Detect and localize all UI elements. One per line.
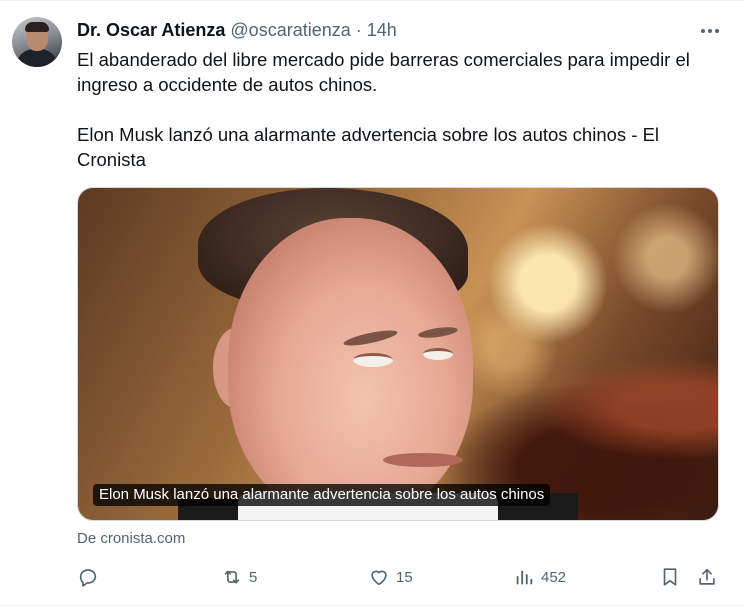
tweet-timestamp[interactable]: 14h (367, 20, 397, 41)
separator-dot: · (355, 20, 362, 40)
tweet[interactable]: Dr. Oscar Atienza @oscaratienza · 14h El… (0, 0, 744, 606)
tweet-header: Dr. Oscar Atienza @oscaratienza · 14h (77, 20, 397, 41)
avatar-body (16, 49, 58, 67)
heart-icon (371, 570, 387, 586)
bookmark-icon (663, 568, 677, 586)
card-source-link[interactable]: De cronista.com (77, 530, 185, 547)
author-name[interactable]: Dr. Oscar Atienza (77, 20, 225, 41)
share-button[interactable] (696, 563, 718, 591)
author-handle[interactable]: @oscaratienza (230, 20, 350, 41)
avatar[interactable] (12, 17, 62, 67)
tweet-paragraph: El abanderado del libre mercado pide bar… (77, 49, 690, 95)
card-image (78, 188, 718, 520)
bookmark-button[interactable] (659, 563, 681, 591)
retweet-count: 5 (249, 568, 258, 586)
avatar-hair (25, 22, 49, 32)
retweet-icon (224, 570, 240, 584)
views-button[interactable]: 452 (513, 563, 566, 591)
like-count: 15 (396, 568, 413, 586)
tweet-paragraph: Elon Musk lanzó una alarmante advertenci… (77, 124, 660, 170)
card-caption: Elon Musk lanzó una alarmante advertenci… (93, 484, 551, 506)
share-icon (699, 568, 715, 585)
link-card[interactable]: Elon Musk lanzó una alarmante advertenci… (77, 187, 719, 521)
reply-icon (79, 569, 97, 587)
more-horizontal-icon[interactable] (698, 19, 722, 43)
reply-button[interactable] (77, 563, 105, 591)
views-icon (516, 570, 533, 585)
views-count: 452 (541, 568, 567, 586)
like-button[interactable]: 15 (368, 563, 413, 591)
tweet-text: El abanderado del libre mercado pide bar… (77, 47, 717, 172)
action-bar: 5 15 452 (77, 563, 721, 593)
retweet-button[interactable]: 5 (221, 563, 257, 591)
